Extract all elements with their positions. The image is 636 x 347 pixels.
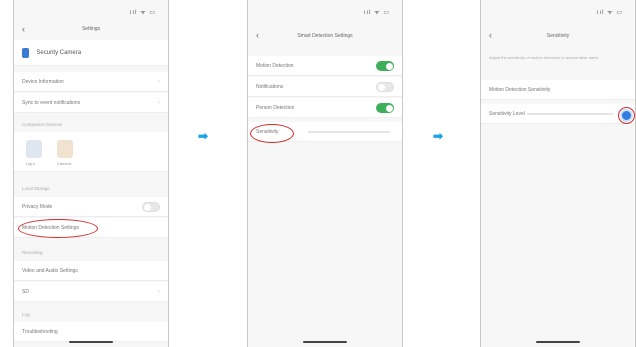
privacy-mode-toggle[interactable] (142, 202, 160, 212)
device-header: Security Camera (14, 40, 168, 66)
sensitivity-screen: ııl ᯤ ▭ ‹ Sensitivity Adjust the sensiti… (480, 0, 636, 347)
chevron-right-icon: › (158, 79, 160, 85)
device-name: Security Camera (36, 50, 82, 56)
status-bar: ııl ᯤ ▭ (596, 10, 623, 16)
camera-icon (22, 47, 29, 58)
notifications-toggle[interactable] (376, 82, 394, 92)
status-bar: ııl ᯤ ▭ (363, 10, 390, 16)
smart-detection-screen: ııl ᯤ ▭ ‹ Smart Detection Settings Motio… (247, 0, 403, 347)
highlight-ellipse (250, 124, 294, 143)
page-title: Sensitivity (546, 33, 570, 39)
row-label: Sensitivity Level (489, 111, 525, 117)
home-indicator (69, 341, 113, 343)
row-video-audio[interactable]: Video and Audio Settings (14, 261, 168, 281)
row-label: Device Information (22, 79, 64, 85)
section-local-storage: Local Storage (22, 186, 50, 191)
row-label: Person Detection (256, 105, 295, 111)
device-label-camera: Camera (57, 161, 72, 166)
highlight-ellipse (18, 219, 98, 238)
light-device-icon[interactable] (26, 140, 42, 158)
status-bar: ııl ᯤ ▭ (129, 10, 156, 16)
row-motion-sensitivity: Motion Detection Sensitivity (481, 80, 635, 100)
row-sync-notifications[interactable]: Sync to event notifications › (14, 93, 168, 113)
section-recording: Recording (22, 250, 43, 255)
arrow-right-icon: ➡ (198, 129, 209, 143)
page-title: Smart Detection Settings (297, 33, 353, 39)
chevron-right-icon: › (158, 289, 160, 295)
row-label: Video and Audio Settings (22, 268, 78, 274)
row-privacy-mode: Privacy Mode (14, 197, 168, 217)
row-person-detection: Person Detection (248, 98, 402, 118)
camera-device-icon[interactable] (57, 140, 73, 158)
row-label: Troubleshooting (22, 329, 58, 335)
row-troubleshooting[interactable]: Troubleshooting (14, 322, 168, 342)
home-indicator (303, 341, 347, 343)
sensitivity-slider-track[interactable] (527, 113, 613, 115)
row-label: Motion Detection Sensitivity (489, 87, 551, 93)
row-label: Motion Detection (256, 63, 294, 69)
settings-screen: ııl ᯤ ▭ ‹ Settings Security Camera Devic… (13, 0, 169, 347)
row-sensitivity-level: Sensitivity Level (481, 104, 635, 124)
motion-detection-toggle[interactable] (376, 61, 394, 71)
row-label: SD (22, 289, 29, 295)
row-label: Notifications (256, 84, 284, 90)
person-detection-toggle[interactable] (376, 103, 394, 113)
description-text: Adjust the sensitivity of motion detecti… (489, 55, 599, 60)
section-companion-devices: Companion Devices (22, 122, 63, 127)
section-log: Log (22, 312, 30, 317)
row-label: Privacy Mode (22, 204, 53, 210)
sensitivity-value-bar (308, 131, 390, 133)
row-motion-detection: Motion Detection (248, 56, 402, 76)
row-notifications: Notifications (248, 77, 402, 97)
page-title: Settings (81, 26, 101, 32)
row-label: Sync to event notifications (22, 100, 81, 106)
chevron-right-icon: › (158, 100, 160, 106)
row-device-info[interactable]: Device Information › (14, 72, 168, 92)
sensitivity-slider-handle[interactable] (620, 109, 633, 122)
arrow-right-icon: ➡ (433, 129, 444, 143)
device-label-light: Light (26, 161, 35, 166)
row-sd[interactable]: SD › (14, 282, 168, 302)
home-indicator (536, 341, 580, 343)
